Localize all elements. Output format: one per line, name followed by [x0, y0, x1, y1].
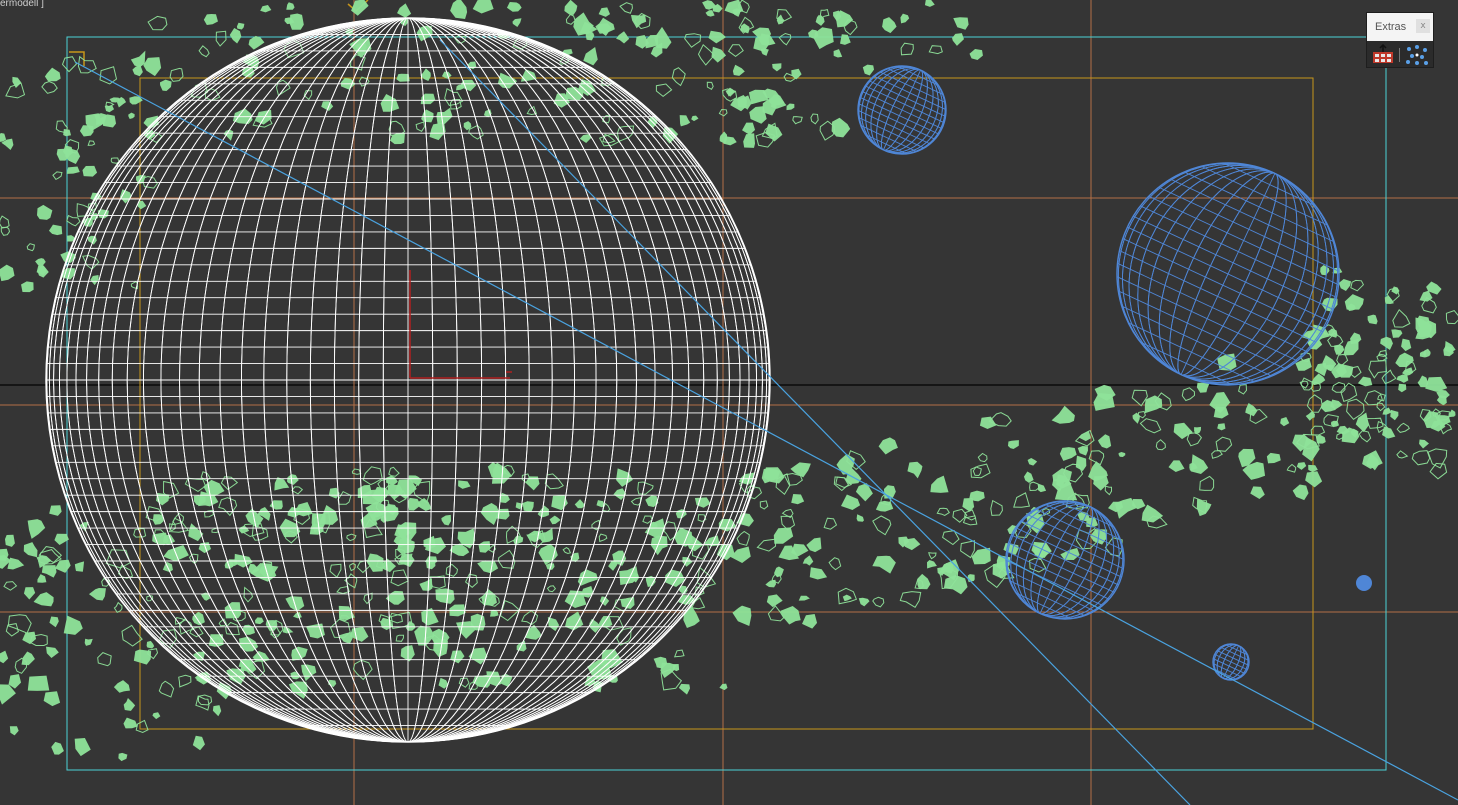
sphere-blue-small-dot[interactable]	[1356, 575, 1372, 591]
extras-toolbar-title: Extras	[1375, 21, 1407, 33]
scatter-tool-button[interactable]	[1404, 44, 1430, 66]
extras-toolbar[interactable]: Extras x	[1366, 12, 1434, 68]
close-icon[interactable]: x	[1416, 19, 1430, 33]
extras-toolbar-header[interactable]: Extras x	[1367, 13, 1433, 41]
array-icon	[1373, 43, 1393, 63]
scene-canvas[interactable]	[0, 0, 1458, 805]
viewport[interactable]: ermodell ]	[0, 0, 1458, 805]
pivot-axis	[409, 270, 512, 379]
wireframe-sphere-large[interactable]	[45, 17, 771, 743]
viewport-label: ermodell ]	[0, 0, 44, 9]
wireframe-sphere-blue-2[interactable]	[1082, 127, 1374, 421]
wireframe-sphere-blue-1[interactable]	[845, 52, 960, 168]
tool-separator	[1399, 48, 1400, 62]
array-tool-button[interactable]	[1370, 43, 1396, 66]
extras-tool-row	[1367, 42, 1433, 67]
scatter-icon	[1406, 45, 1428, 65]
